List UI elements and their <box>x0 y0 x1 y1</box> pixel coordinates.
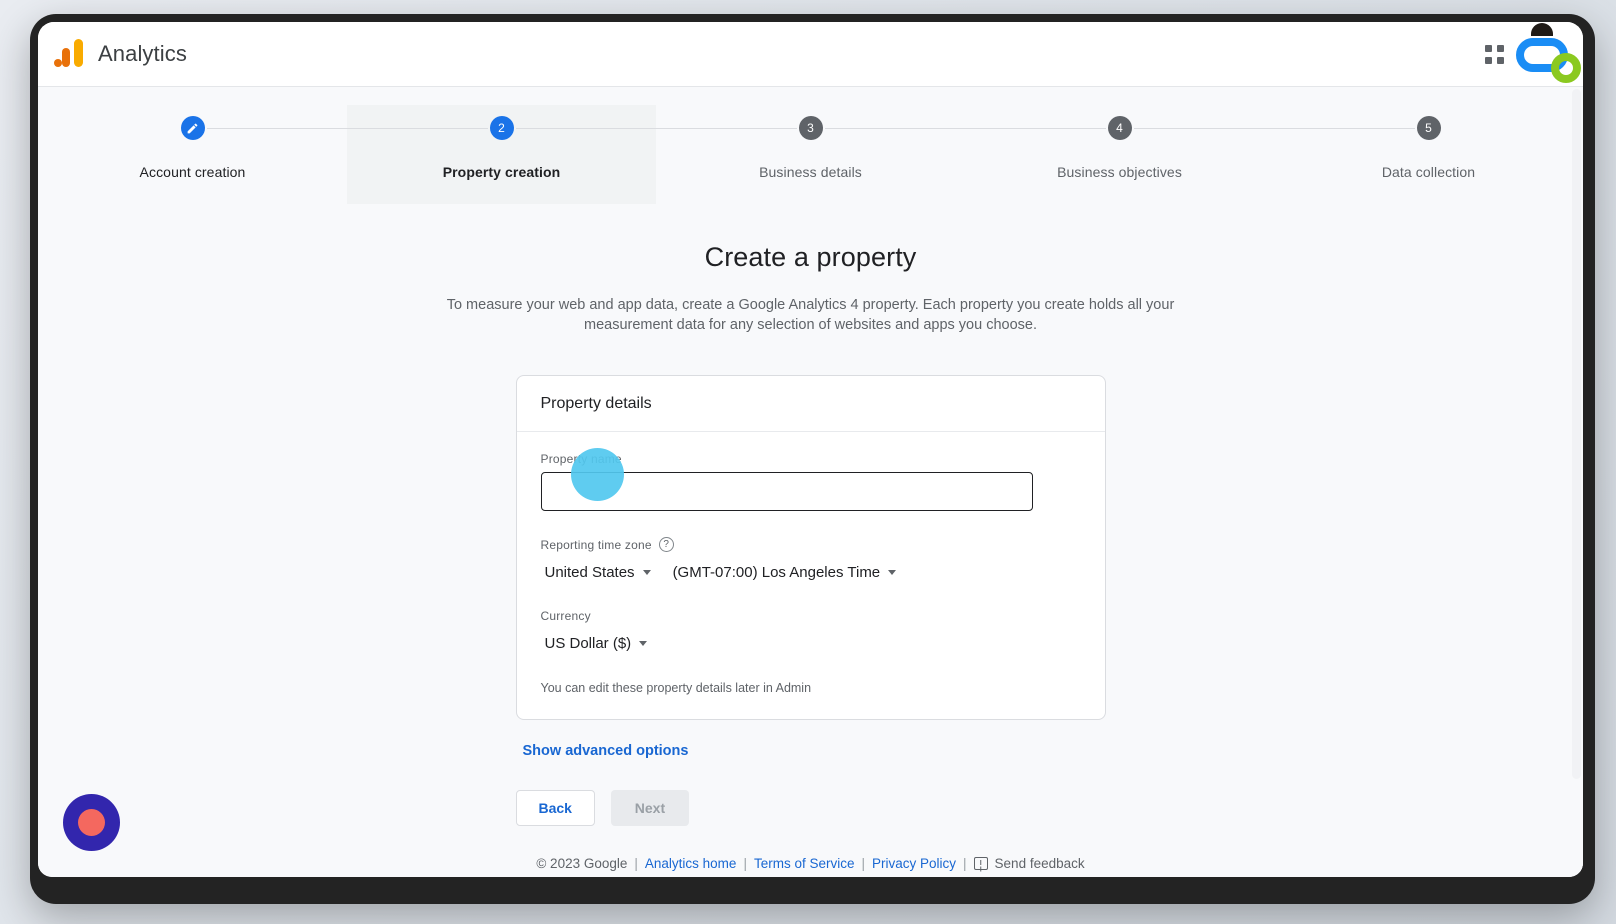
page-description: To measure your web and app data, create… <box>431 295 1191 335</box>
chevron-down-icon <box>888 570 896 575</box>
footer-separator: | <box>743 856 747 871</box>
form-actions-area: Show advanced options Back Next <box>516 720 1106 826</box>
currency-selector-row: US Dollar ($) <box>541 633 1081 654</box>
time-zone-country-value: United States <box>545 564 635 581</box>
chevron-down-icon <box>643 570 651 575</box>
footer-separator: | <box>861 856 865 871</box>
card-title: Property details <box>517 376 1105 432</box>
step-data-collection[interactable]: 5 Data collection <box>1274 105 1583 204</box>
currency-select[interactable]: US Dollar ($) <box>541 633 652 654</box>
app-header: Analytics <box>38 22 1583 87</box>
next-button[interactable]: Next <box>611 790 689 826</box>
page-content: Account creation 2 Property creation 3 B… <box>38 87 1583 877</box>
copyright-text: © 2023 Google <box>536 856 627 871</box>
step-1-label: Account creation <box>140 164 246 180</box>
app-brand[interactable]: Analytics <box>54 39 187 69</box>
analytics-home-link[interactable]: Analytics home <box>645 856 737 871</box>
property-name-field: Property name <box>541 452 1081 511</box>
time-zone-selectors: United States (GMT-07:00) Los Angeles Ti… <box>541 562 1081 583</box>
currency-label: Currency <box>541 609 1081 623</box>
card-hint-text: You can edit these property details late… <box>541 681 1081 695</box>
show-advanced-options-link[interactable]: Show advanced options <box>523 743 689 759</box>
step-2-label: Property creation <box>443 164 561 180</box>
step-4-circle[interactable]: 4 <box>1108 116 1132 140</box>
reporting-time-zone-label: Reporting time zone ? <box>541 537 1081 552</box>
chevron-down-icon <box>639 641 647 646</box>
page-footer: © 2023 Google | Analytics home | Terms o… <box>38 856 1583 877</box>
apps-grid-icon[interactable] <box>1483 43 1505 65</box>
send-feedback-label: Send feedback <box>995 856 1085 871</box>
time-zone-zone-select[interactable]: (GMT-07:00) Los Angeles Time <box>669 562 901 583</box>
footer-separator: | <box>963 856 967 871</box>
recording-indicator <box>63 794 120 851</box>
property-name-input[interactable] <box>541 472 1033 511</box>
content-scrollbar[interactable] <box>1570 87 1583 877</box>
step-business-details[interactable]: 3 Business details <box>656 105 965 204</box>
reporting-time-zone-field: Reporting time zone ? United States (GMT… <box>541 537 1081 583</box>
help-circle-icon[interactable]: ? <box>659 537 674 552</box>
page-heading-block: Create a property To measure your web an… <box>38 242 1583 335</box>
avatar[interactable] <box>1525 36 1561 72</box>
step-account-creation[interactable]: Account creation <box>38 105 347 204</box>
app-header-actions <box>1483 36 1561 72</box>
app-title: Analytics <box>98 41 187 67</box>
reporting-time-zone-label-text: Reporting time zone <box>541 538 652 552</box>
wizard-buttons: Back Next <box>516 790 1106 826</box>
step-5-circle[interactable]: 5 <box>1417 116 1441 140</box>
back-button[interactable]: Back <box>516 790 595 826</box>
decorative-link-overlay <box>1511 28 1583 86</box>
currency-field: Currency US Dollar ($) <box>541 609 1081 654</box>
property-details-card: Property details Property name Reporting… <box>516 375 1106 720</box>
privacy-policy-link[interactable]: Privacy Policy <box>872 856 956 871</box>
send-feedback-button[interactable]: Send feedback <box>974 856 1085 871</box>
browser-window: Analytics <box>38 22 1583 877</box>
card-body: Property name Reporting time zone ? Unit… <box>517 432 1105 719</box>
time-zone-country-select[interactable]: United States <box>541 562 655 583</box>
step-1-circle[interactable] <box>181 116 205 140</box>
scrollbar-thumb[interactable] <box>1572 89 1581 779</box>
step-3-circle[interactable]: 3 <box>799 116 823 140</box>
pencil-icon <box>186 122 199 135</box>
recording-indicator-dot <box>78 809 105 836</box>
currency-value: US Dollar ($) <box>545 635 632 652</box>
property-name-label: Property name <box>541 452 1081 466</box>
step-5-label: Data collection <box>1382 164 1475 180</box>
step-3-label: Business details <box>759 164 862 180</box>
terms-of-service-link[interactable]: Terms of Service <box>754 856 855 871</box>
step-property-creation[interactable]: 2 Property creation <box>347 105 656 204</box>
step-4-label: Business objectives <box>1057 164 1182 180</box>
google-analytics-logo <box>54 39 84 69</box>
feedback-icon <box>974 857 988 870</box>
step-2-circle[interactable]: 2 <box>490 116 514 140</box>
step-business-objectives[interactable]: 4 Business objectives <box>965 105 1274 204</box>
footer-separator: | <box>634 856 638 871</box>
time-zone-zone-value: (GMT-07:00) Los Angeles Time <box>673 564 881 581</box>
progress-stepper: Account creation 2 Property creation 3 B… <box>38 87 1583 204</box>
page-title: Create a property <box>38 242 1583 273</box>
